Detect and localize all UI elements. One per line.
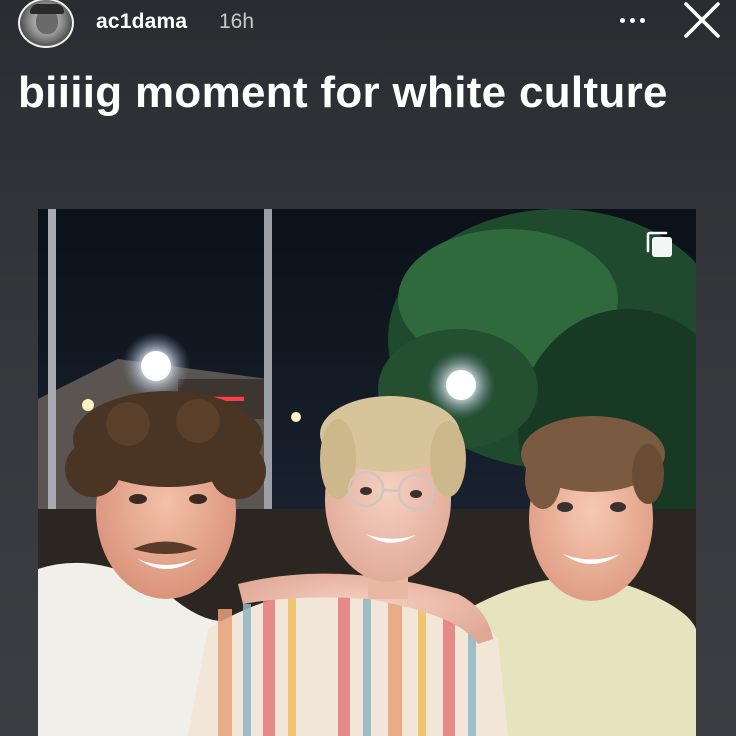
shared-post-photo[interactable]: ▬▬▬▬ <box>38 209 696 736</box>
story-viewer: ac1dama 16h biiiig moment for white cult… <box>0 0 736 736</box>
username[interactable]: ac1dama <box>96 10 187 34</box>
profile-avatar[interactable] <box>18 0 74 48</box>
close-icon[interactable] <box>680 0 724 42</box>
multiple-photos-icon <box>644 229 676 261</box>
more-dot <box>639 17 645 23</box>
story-header: ac1dama 16h <box>0 0 736 50</box>
more-dot <box>619 17 625 23</box>
more-options-icon[interactable] <box>612 4 652 36</box>
avatar-hat <box>30 4 64 14</box>
post-time: 16h <box>219 10 255 33</box>
story-caption: biiiig moment for white culture <box>18 68 668 117</box>
more-dot <box>629 17 635 23</box>
